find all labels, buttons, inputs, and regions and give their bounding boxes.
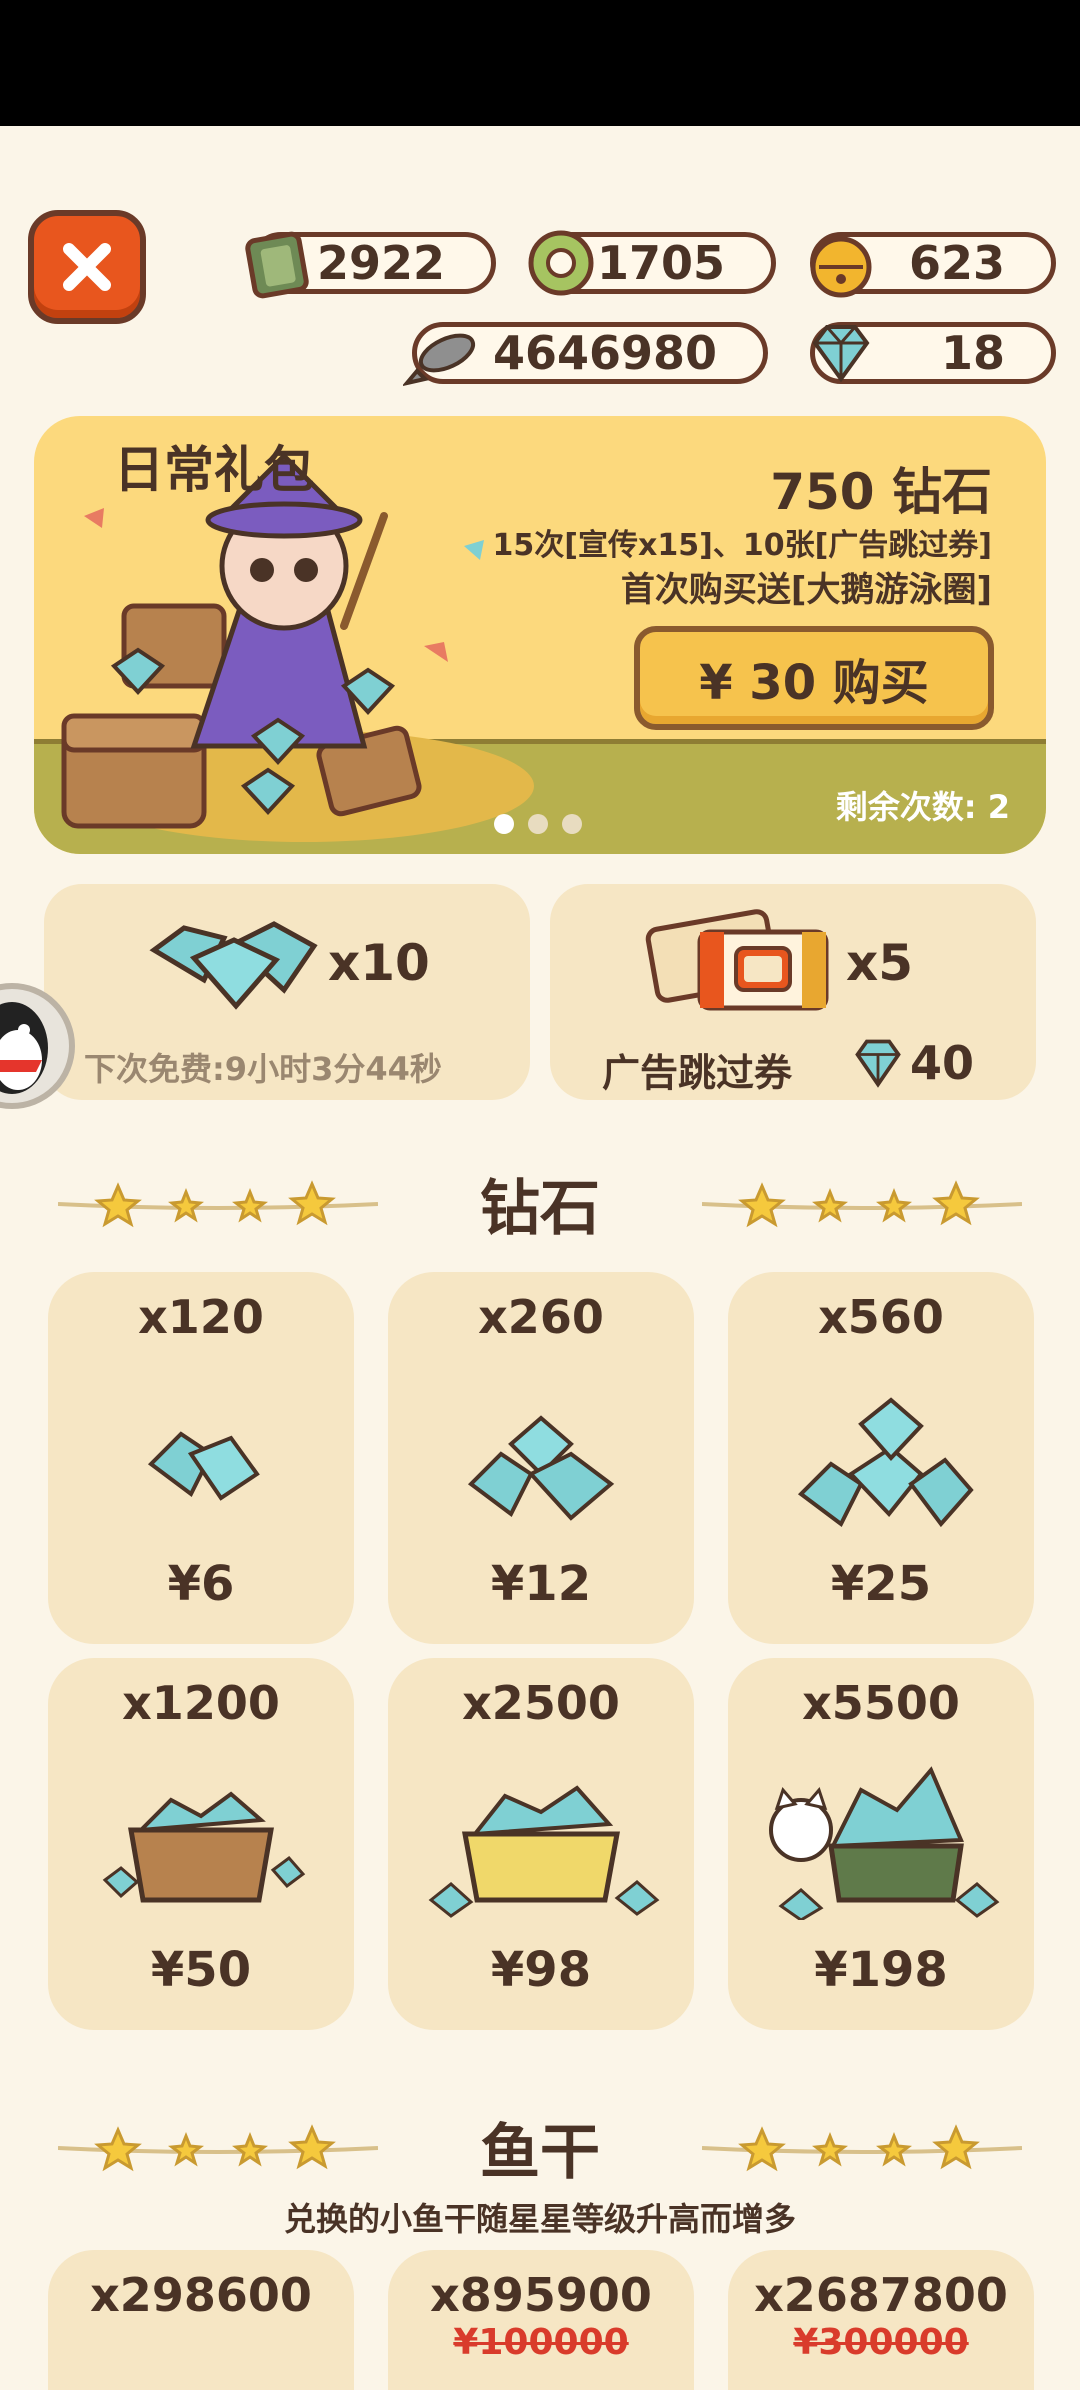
status-bar: [0, 0, 1080, 126]
ad-skip-qty: x5: [846, 934, 914, 992]
pack-qty: x260: [478, 1290, 604, 1344]
ad-skip-card[interactable]: x5 广告跳过券 40: [550, 884, 1036, 1100]
bell-icon: [810, 236, 872, 298]
banner-title: 日常礼包: [114, 441, 314, 499]
pack-price: ¥25: [830, 1556, 932, 1612]
coin-icon: [528, 230, 594, 296]
banner-diamond-amount: 750 钻石: [770, 463, 992, 521]
fish-section-subtitle: 兑换的小鱼干随星星等级升高而增多: [283, 2200, 796, 2238]
banner-bonus-line: 15次[宣传x15]、10张[广告跳过券]: [492, 528, 992, 563]
ad-skip-label: 广告跳过券: [602, 1051, 793, 1095]
diamond-icon: [812, 325, 870, 383]
ticket-icon: [245, 231, 309, 299]
pack-qty: x895900: [430, 2268, 652, 2322]
close-button[interactable]: [28, 210, 146, 324]
pack-price: ¥98: [490, 1942, 592, 1998]
pack-qty: x298600: [90, 2268, 312, 2322]
ad-skip-cost: 40: [910, 1036, 975, 1090]
diamond-crate-icon: [428, 1785, 660, 1918]
wizard-cat-illustration: [61, 452, 534, 842]
fish-pack-3[interactable]: x2687800 ¥300000: [728, 2250, 1034, 2390]
diamond-small-pile-icon: [147, 1431, 260, 1501]
bell-counter: 623: [810, 232, 1056, 298]
pack-original-price: ¥100000: [453, 2322, 629, 2363]
free-diamond-qty: x10: [328, 934, 430, 992]
bell-value: 623: [908, 236, 1005, 290]
coin-counter: 1705: [528, 230, 776, 296]
pack-qty: x560: [818, 1290, 944, 1344]
diamond-icon: [855, 1039, 901, 1088]
ad-skip-ticket-icon: [645, 909, 829, 1011]
free-diamond-card[interactable]: x10 下次免费:9小时3分44秒: [44, 884, 530, 1100]
diamond-pack-1200[interactable]: x1200 ¥50: [48, 1658, 354, 2030]
diamond-pile-icon: [149, 921, 318, 1010]
next-free-timer: 下次免费:9小时3分44秒: [84, 1050, 442, 1088]
diamond-medium-pile-icon: [467, 1415, 615, 1521]
pack-original-price: ¥300000: [793, 2322, 969, 2363]
page-dot: [528, 814, 548, 834]
star-garland-left: [58, 2124, 378, 2172]
pack-price: ¥12: [490, 1556, 592, 1612]
close-icon: [63, 243, 111, 291]
fish-section-title: 鱼干: [480, 2118, 600, 2188]
diamond-pack-5500[interactable]: x5500 ¥198: [728, 1658, 1034, 2030]
diamonds-section-title: 钻石: [480, 1174, 600, 1244]
banner-page-indicator: [494, 814, 582, 834]
diamond-value: 18: [940, 326, 1005, 380]
fish-value: 4646980: [492, 326, 717, 380]
diamond-large-pile-icon: [797, 1397, 974, 1528]
star-garland-right: [702, 1180, 1022, 1228]
ticket-counter: 2922: [245, 231, 496, 299]
pack-qty: x120: [138, 1290, 264, 1344]
fish-pack-1[interactable]: x298600: [48, 2250, 354, 2390]
star-garland-left: [58, 1180, 378, 1228]
fish-icon: [403, 333, 476, 386]
diamond-basket-icon: [102, 1791, 306, 1903]
pack-qty: x1200: [122, 1676, 280, 1730]
diamond-counter: 18: [810, 322, 1056, 384]
ticket-value: 2922: [316, 236, 445, 290]
daily-gift-banner[interactable]: 日常礼包 750 钻石 15次[宣传x15]、10张[广告跳过券] 首次购买送[…: [34, 416, 1046, 854]
banner-buy-button[interactable]: ¥ 30 购买: [634, 626, 994, 730]
banner-first-purchase-line: 首次购买送[大鹅游泳圈]: [620, 570, 992, 610]
page-dot: [562, 814, 582, 834]
star-garland-right: [702, 2124, 1022, 2172]
pack-qty: x5500: [802, 1676, 960, 1730]
pack-price: ¥198: [814, 1942, 948, 1998]
diamond-chest-cat-icon: [769, 1766, 1000, 1920]
diamond-pack-560[interactable]: x560 ¥25: [728, 1272, 1034, 1644]
pack-qty: x2687800: [754, 2268, 1008, 2322]
fish-pack-2[interactable]: x895900 ¥100000: [388, 2250, 694, 2390]
fish-counter: 4646980: [403, 322, 768, 386]
pack-price: ¥50: [150, 1942, 252, 1998]
diamond-pack-120[interactable]: x120 ¥6: [48, 1272, 354, 1644]
coin-value: 1705: [596, 236, 725, 290]
page-dot: [494, 814, 514, 834]
pack-price: ¥6: [167, 1556, 235, 1612]
diamond-pack-2500[interactable]: x2500 ¥98: [388, 1658, 694, 2030]
diamond-pack-260[interactable]: x260 ¥12: [388, 1272, 694, 1644]
penguin-float-icon[interactable]: [0, 976, 76, 1116]
banner-remaining-count: 剩余次数: 2: [835, 788, 1010, 826]
pack-qty: x2500: [462, 1676, 620, 1730]
